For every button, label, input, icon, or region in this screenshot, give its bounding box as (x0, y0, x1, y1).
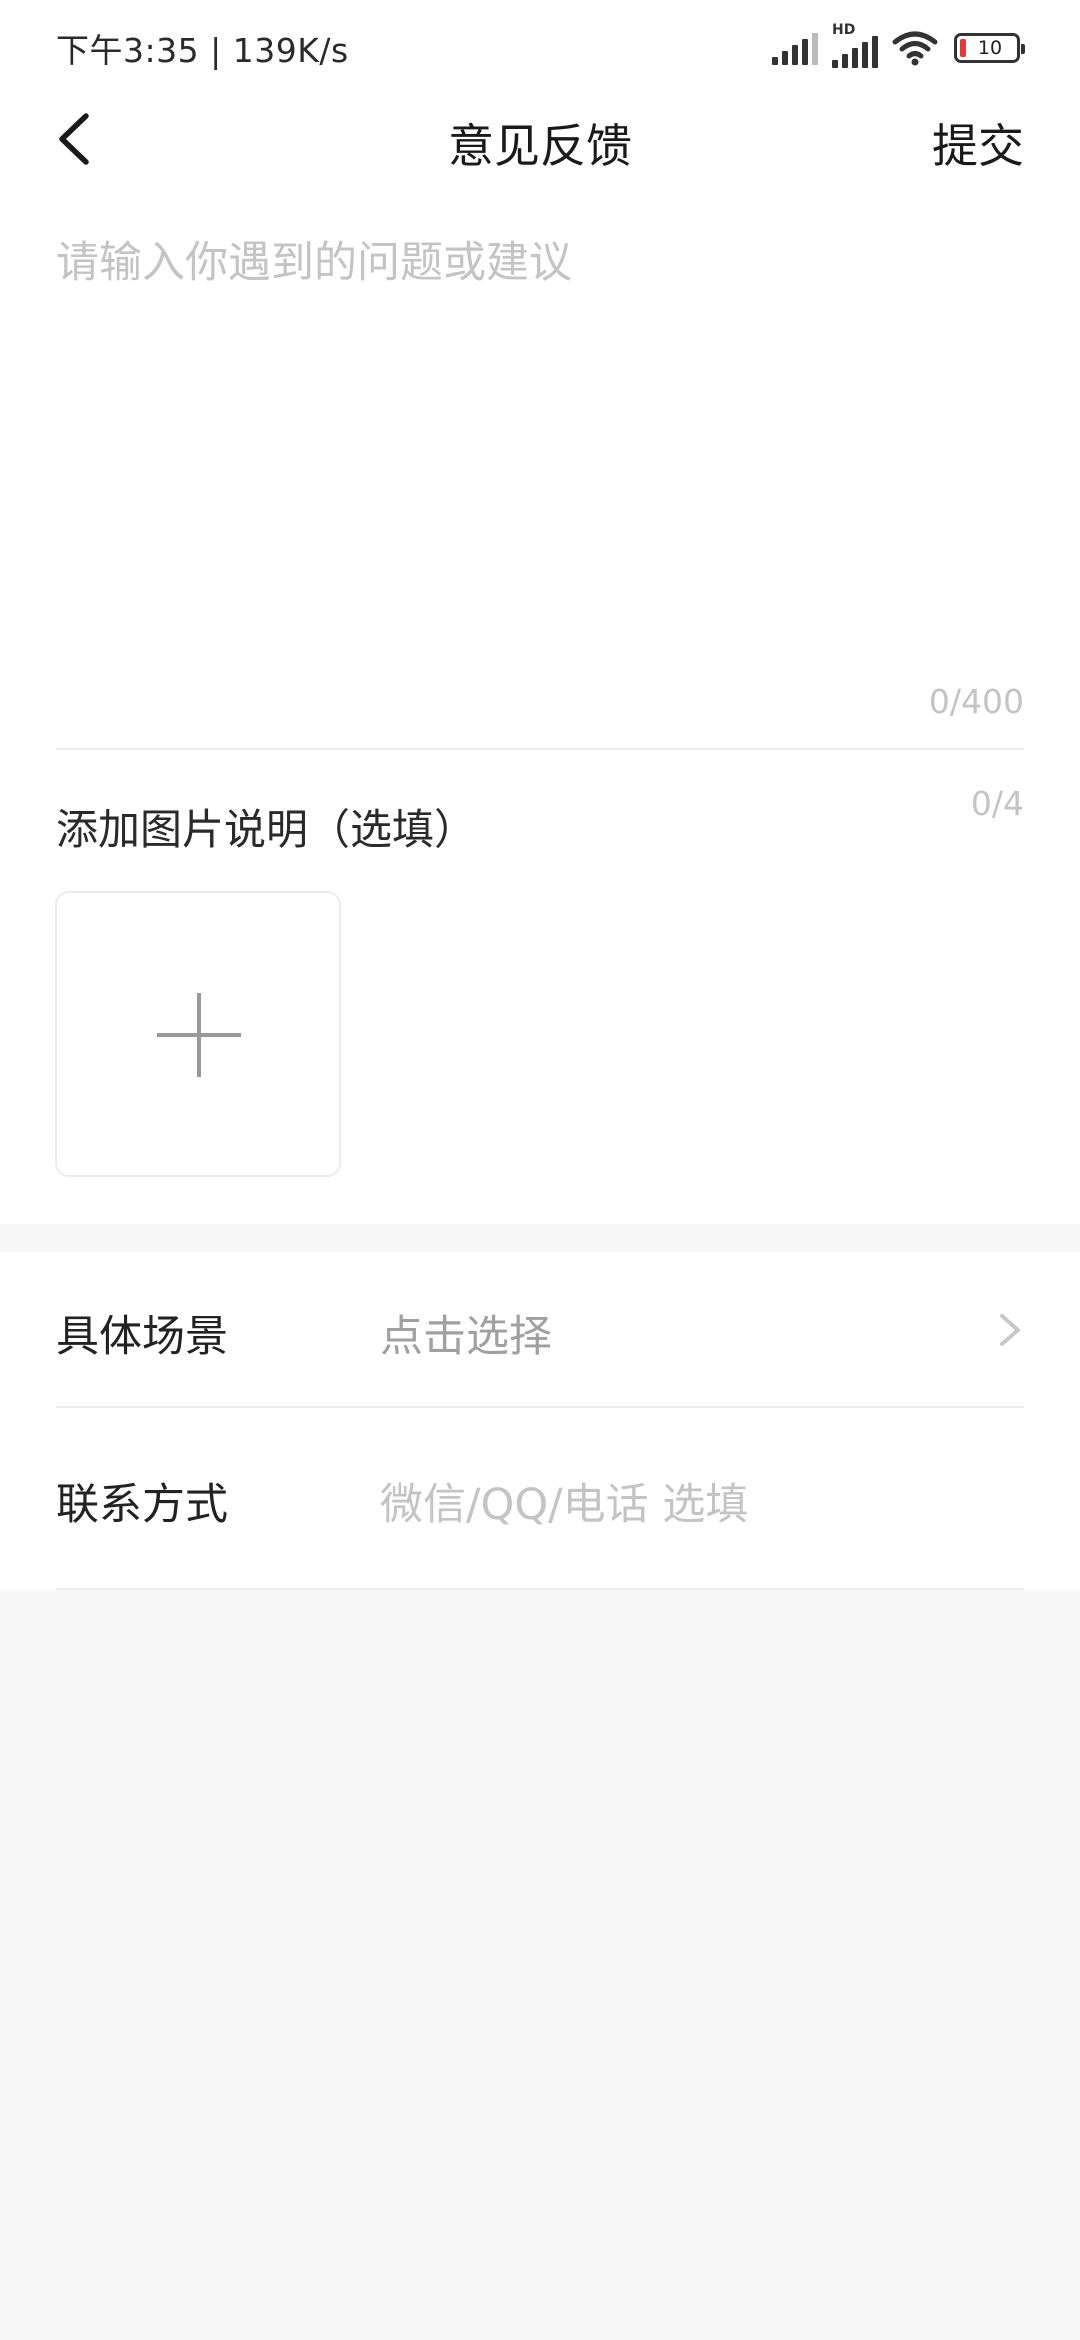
chevron-right-icon (1000, 1314, 1020, 1346)
add-image-button[interactable] (55, 891, 341, 1177)
battery-level-text: 10 (977, 37, 1003, 59)
divider (56, 1588, 1024, 1590)
page-title: 意见反馈 (448, 119, 632, 173)
status-icons: HD 10 (772, 22, 1025, 68)
submit-button[interactable]: 提交 (932, 110, 1024, 176)
scene-label: 具体场景 (56, 1312, 228, 1362)
image-count: 0/4 (970, 784, 1024, 823)
feedback-textarea[interactable]: 请输入你遇到的问题或建议 0/400 (56, 228, 1024, 728)
navigation-bar: 意见反馈 提交 (0, 96, 1080, 184)
divider (56, 748, 1024, 750)
plus-icon (157, 993, 241, 1077)
scene-select[interactable]: 点击选择 (380, 1302, 552, 1364)
feedback-placeholder: 请输入你遇到的问题或建议 (56, 238, 572, 288)
battery-level-fill (960, 39, 966, 57)
status-bar: 下午3:35 | 139K/s HD 10 (0, 0, 1080, 96)
wifi-icon (892, 31, 938, 66)
contact-label: 联系方式 (56, 1480, 228, 1530)
divider (56, 1406, 1024, 1408)
hd-signal-icon: HD (832, 22, 880, 68)
add-image-label: 添加图片说明（选填） (56, 805, 477, 854)
status-time-speed: 下午3:35 | 139K/s (56, 31, 349, 70)
contact-input[interactable]: 微信/QQ/电话 选填 (380, 1470, 748, 1532)
signal-icon (772, 33, 818, 65)
feedback-char-count: 0/400 (928, 682, 1024, 721)
battery-icon: 10 (954, 33, 1025, 63)
